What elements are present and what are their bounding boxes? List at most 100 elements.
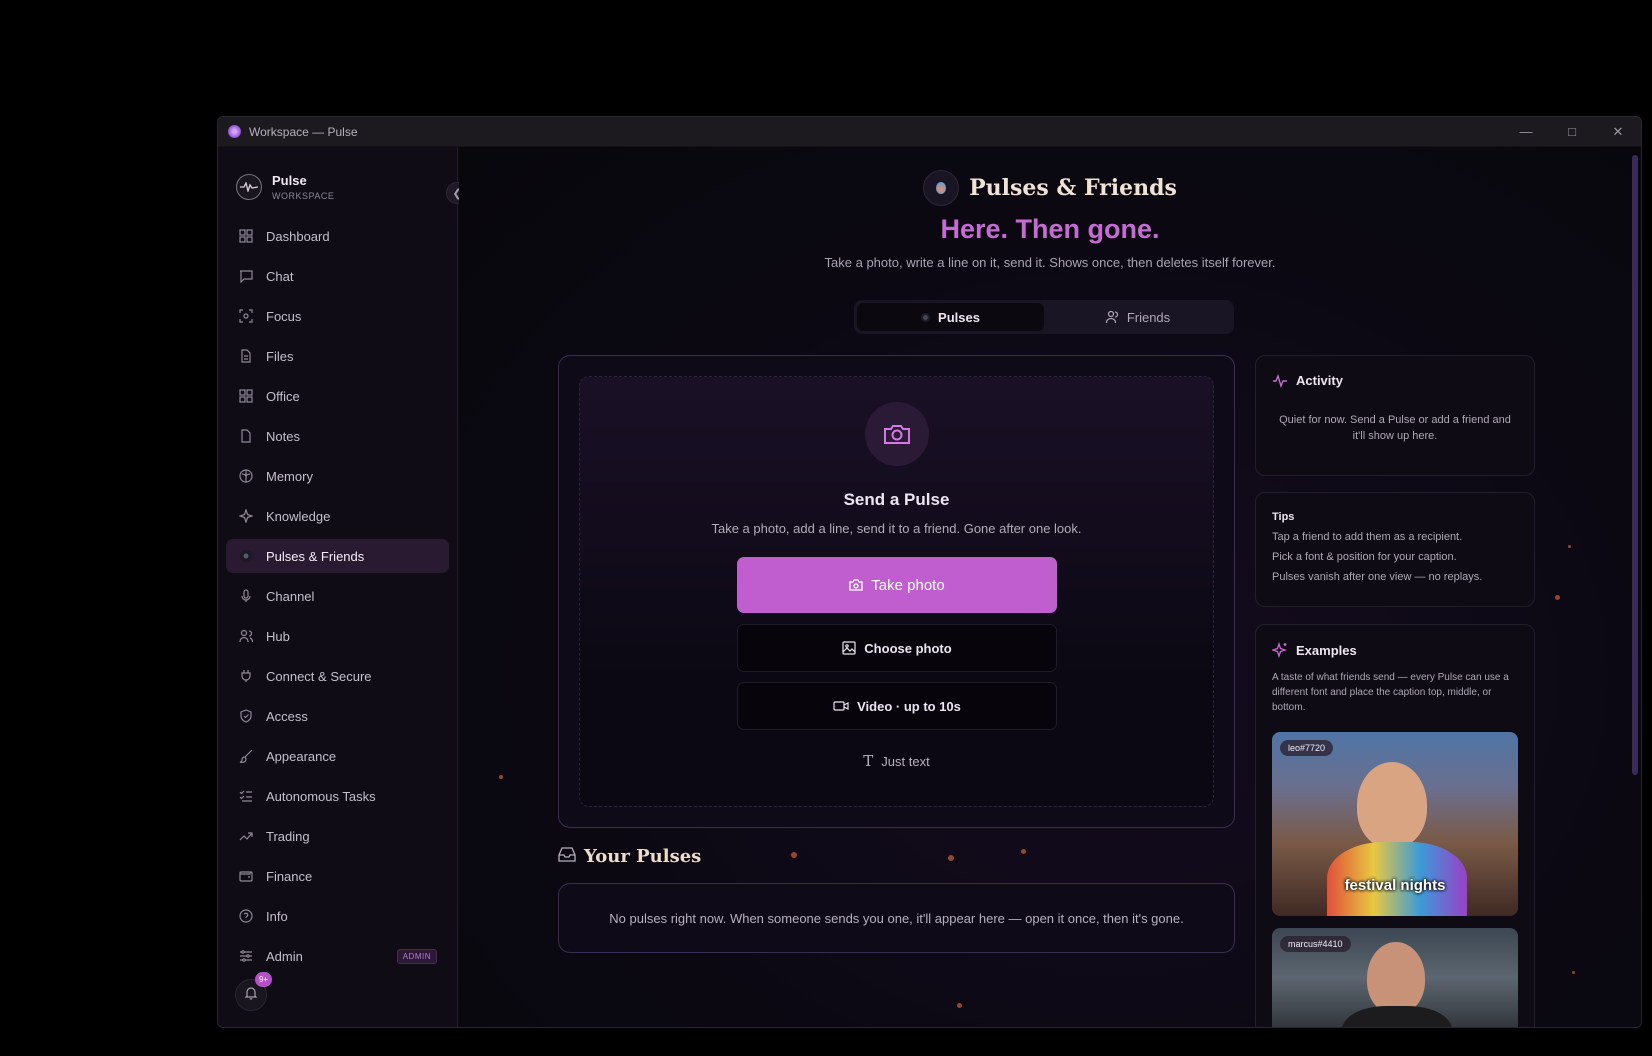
pulse-icon bbox=[921, 312, 931, 322]
sidebar-item-focus[interactable]: Focus bbox=[226, 299, 449, 333]
sidebar-item-label: Channel bbox=[266, 588, 315, 604]
chat-icon bbox=[238, 268, 254, 284]
sidebar-item-label: Hub bbox=[266, 628, 290, 644]
sidebar-item-admin[interactable]: Admin ADMIN bbox=[226, 939, 449, 973]
sidebar-item-label: Dashboard bbox=[266, 228, 330, 244]
your-pulses-empty: No pulses right now. When someone sends … bbox=[558, 883, 1235, 953]
sidebar-item-label: Trading bbox=[266, 828, 310, 844]
example-user-tag: leo#7720 bbox=[1280, 740, 1334, 756]
sidebar-item-label: Notes bbox=[266, 428, 300, 444]
main-content: Pulses & Friends Here. Then gone. Take a… bbox=[459, 147, 1641, 1027]
sidebar-item-files[interactable]: Files bbox=[226, 339, 449, 373]
notification-count-badge: 9+ bbox=[255, 972, 272, 987]
sidebar-item-chat[interactable]: Chat bbox=[226, 259, 449, 293]
sidebar-item-access[interactable]: Access bbox=[226, 699, 449, 733]
sidebar-item-memory[interactable]: Memory bbox=[226, 459, 449, 493]
activity-text: Quiet for now. Send a Pulse or add a fri… bbox=[1279, 414, 1511, 442]
video-icon bbox=[833, 700, 849, 712]
sidebar-item-label: Info bbox=[266, 908, 288, 924]
close-icon[interactable]: ✕ bbox=[1595, 117, 1641, 147]
example-caption: festival nights bbox=[1344, 877, 1446, 894]
page-title: Pulses & Friends bbox=[969, 175, 1177, 201]
camera-icon bbox=[849, 579, 863, 591]
sliders-icon bbox=[238, 948, 254, 964]
example-pulse-card[interactable]: marcus#4410 bbox=[1272, 928, 1518, 1027]
trend-icon bbox=[238, 828, 254, 844]
sidebar-item-label: Memory bbox=[266, 468, 313, 484]
page-subtitle: Take a photo, write a line on it, send i… bbox=[824, 255, 1276, 270]
brand: Pulse WORKSPACE bbox=[218, 147, 457, 207]
sidebar-item-connect-secure[interactable]: Connect & Secure bbox=[226, 659, 449, 693]
sidebar-item-notes[interactable]: Notes bbox=[226, 419, 449, 453]
file-icon bbox=[238, 348, 254, 364]
sidebar-item-channel[interactable]: Channel bbox=[226, 579, 449, 613]
example-photo bbox=[1367, 942, 1425, 1014]
minimize-icon[interactable]: — bbox=[1503, 117, 1549, 147]
examples-panel: Examples A taste of what friends send — … bbox=[1255, 624, 1535, 1027]
video-label: Video · up to 10s bbox=[857, 698, 961, 714]
sidebar-item-hub[interactable]: Hub bbox=[226, 619, 449, 653]
your-pulses-header: Your Pulses bbox=[558, 846, 701, 867]
sidebar-item-dashboard[interactable]: Dashboard bbox=[226, 219, 449, 253]
focus-icon bbox=[238, 308, 254, 324]
text-icon: T bbox=[863, 752, 874, 770]
app-window: Workspace — Pulse — □ ✕ Pulse WORKSPACE … bbox=[217, 116, 1642, 1028]
examples-text: A taste of what friends send — every Pul… bbox=[1272, 672, 1509, 713]
sidebar-item-appearance[interactable]: Appearance bbox=[226, 739, 449, 773]
activity-icon bbox=[1272, 373, 1288, 388]
window-title: Workspace — Pulse bbox=[249, 124, 358, 139]
sidebar-item-trading[interactable]: Trading bbox=[226, 819, 449, 853]
sidebar-item-label: Connect & Secure bbox=[266, 668, 372, 684]
pulse-orb-icon bbox=[923, 170, 960, 206]
app-icon bbox=[228, 125, 241, 138]
just-text-button[interactable]: T Just text bbox=[580, 752, 1213, 770]
page-tagline: Here. Then gone. bbox=[940, 214, 1160, 244]
admin-badge: ADMIN bbox=[396, 948, 437, 964]
wallet-icon bbox=[238, 868, 254, 884]
sidebar-item-office[interactable]: Office bbox=[226, 379, 449, 413]
choose-photo-button[interactable]: Choose photo bbox=[737, 624, 1057, 672]
video-button[interactable]: Video · up to 10s bbox=[737, 682, 1057, 730]
image-icon bbox=[842, 641, 856, 655]
sidebar-item-finance[interactable]: Finance bbox=[226, 859, 449, 893]
sidebar-item-autonomous-tasks[interactable]: Autonomous Tasks bbox=[226, 779, 449, 813]
examples-title: Examples bbox=[1296, 642, 1357, 658]
sparkle-icon bbox=[238, 508, 254, 524]
camera-icon bbox=[864, 402, 929, 466]
inbox-icon bbox=[558, 846, 576, 867]
sidebar-item-label: Appearance bbox=[266, 748, 337, 764]
tasks-icon bbox=[238, 788, 254, 804]
sidebar-item-pulses-friends[interactable]: Pulses & Friends bbox=[226, 539, 449, 573]
view-tabs: Pulses Friends bbox=[854, 300, 1234, 334]
grid-icon bbox=[238, 228, 254, 244]
activity-panel: Activity Quiet for now. Send a Pulse or … bbox=[1255, 355, 1535, 476]
tab-friends[interactable]: Friends bbox=[1044, 303, 1231, 331]
example-pulse-card[interactable]: leo#7720 festival nights bbox=[1272, 732, 1518, 916]
shield-icon bbox=[238, 708, 254, 724]
notifications-button[interactable]: 9+ bbox=[235, 972, 272, 1011]
user-icon bbox=[1105, 310, 1119, 324]
send-pulse-title: Send a Pulse bbox=[843, 490, 950, 509]
users-icon bbox=[238, 628, 254, 644]
plug-icon bbox=[238, 668, 254, 684]
sidebar-item-label: Pulses & Friends bbox=[266, 548, 365, 564]
sidebar-item-info[interactable]: Info bbox=[226, 899, 449, 933]
sidebar-item-label: Admin bbox=[266, 948, 303, 964]
maximize-icon[interactable]: □ bbox=[1549, 117, 1595, 147]
brain-icon bbox=[238, 468, 254, 484]
send-pulse-subtitle: Take a photo, add a line, send it to a f… bbox=[711, 521, 1082, 536]
send-pulse-dropzone[interactable]: Send a Pulse Take a photo, add a line, s… bbox=[579, 376, 1214, 807]
tip-item: Pick a font & position for your caption. bbox=[1272, 551, 1457, 563]
tab-pulses[interactable]: Pulses bbox=[857, 303, 1044, 331]
pulse-logo-icon bbox=[236, 174, 262, 200]
sidebar-item-knowledge[interactable]: Knowledge bbox=[226, 499, 449, 533]
sidebar-item-label: Chat bbox=[266, 268, 294, 284]
sidebar-item-label: Office bbox=[266, 388, 300, 404]
brush-icon bbox=[238, 748, 254, 764]
sidebar-item-label: Access bbox=[266, 708, 308, 724]
take-photo-button[interactable]: Take photo bbox=[737, 557, 1057, 613]
choose-photo-label: Choose photo bbox=[864, 640, 952, 656]
sidebar-item-label: Focus bbox=[266, 308, 302, 324]
tab-pulses-label: Pulses bbox=[938, 309, 980, 325]
just-text-label: Just text bbox=[881, 753, 930, 769]
